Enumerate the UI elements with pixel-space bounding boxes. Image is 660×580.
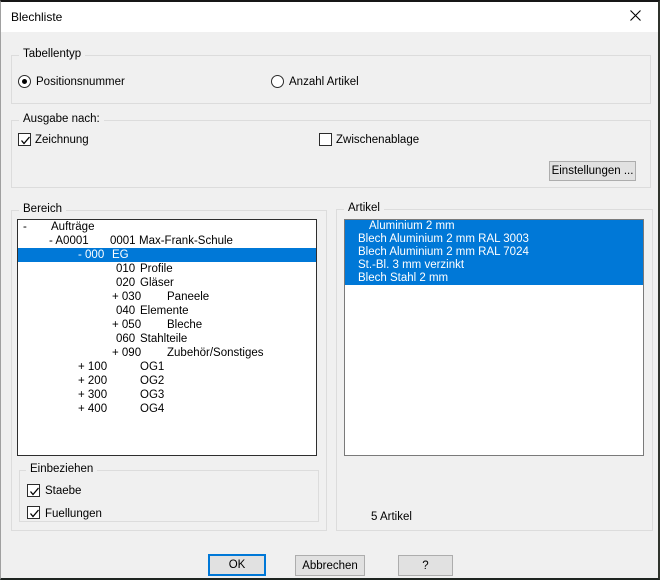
close-button[interactable] [618, 5, 652, 29]
artikel-group-label: Artikel [344, 202, 384, 214]
tree-node-text: Profile [140, 262, 173, 276]
tree-row[interactable]: + 030 Paneele [18, 290, 316, 304]
zeichnung-checkbox-label[interactable]: Zeichnung [35, 134, 89, 147]
staebe-checkbox-label[interactable]: Staebe [45, 485, 81, 498]
bereich-tree[interactable]: -Aufträge- A00010001Max-Frank-Schule- 00… [17, 219, 317, 456]
help-button[interactable]: ? [398, 555, 453, 576]
tree-node-text: + 400 [78, 402, 107, 416]
radio-dot [22, 79, 27, 84]
tree-row[interactable]: + 090 Zubehör/Sonstiges [18, 346, 316, 360]
tree-row[interactable]: 060 Stahlteile [18, 332, 316, 346]
tree-node-text: Max-Frank-Schule [139, 234, 233, 248]
tree-row[interactable]: - A0001 0001Max-Frank-Schule [18, 234, 316, 248]
anzahl-artikel-radio-label[interactable]: Anzahl Artikel [289, 76, 359, 89]
tree-row[interactable]: 010 Profile [18, 262, 316, 276]
tree-node-text: OG3 [140, 388, 164, 402]
anzahl-artikel-radio[interactable] [271, 75, 284, 88]
tree-node-text: + 100 [78, 360, 107, 374]
tree-row[interactable]: + 200 OG2 [18, 374, 316, 388]
tree-node-text: + 200 [78, 374, 107, 388]
ausgabe-group-label: Ausgabe nach: [19, 113, 104, 125]
zwischenablage-checkbox-label[interactable]: Zwischenablage [336, 134, 419, 147]
fuellungen-checkbox[interactable] [27, 506, 40, 519]
tabellentyp-group-label: Tabellentyp [19, 48, 85, 60]
artikel-item[interactable]: Blech Stahl 2 mm [345, 272, 643, 285]
artikel-item[interactable]: Blech Aluminium 2 mm RAL 7024 [345, 246, 643, 259]
tree-row-selected[interactable]: - 000 EG [18, 248, 316, 262]
tree-row[interactable]: + 300 OG3 [18, 388, 316, 402]
einbeziehen-group-label: Einbeziehen [26, 463, 97, 475]
tree-node-text: Gläser [140, 276, 174, 290]
tree-node-text: 010 [116, 262, 135, 276]
tree-node-text: Aufträge [51, 220, 94, 234]
fuellungen-checkbox-label[interactable]: Fuellungen [45, 508, 102, 521]
ok-button[interactable]: OK [208, 554, 266, 576]
tree-row[interactable]: + 050 Bleche [18, 318, 316, 332]
tree-row[interactable]: + 400 OG4 [18, 402, 316, 416]
blechliste-dialog: Blechliste Tabellentyp Positionsnummer A… [0, 0, 660, 580]
tree-node-text: + 050 [112, 318, 141, 332]
tree-node-text: Elemente [140, 304, 189, 318]
checkmark-icon [28, 485, 41, 498]
tree-node-text: - A0001 [49, 234, 89, 248]
tree-node-text: - 000 [78, 248, 104, 262]
dialog-title: Blechliste [11, 10, 62, 24]
positionsnummer-radio[interactable] [18, 75, 31, 88]
tree-node-text: Zubehör/Sonstiges [167, 346, 264, 360]
tree-node-text: OG1 [140, 360, 164, 374]
tree-node-text: EG [112, 248, 129, 262]
artikel-item[interactable]: Blech Aluminium 2 mm RAL 3003 [345, 233, 643, 246]
tree-node-text: Paneele [167, 290, 209, 304]
tree-node-text: OG4 [140, 402, 164, 416]
checkmark-icon [28, 507, 41, 520]
bereich-group-label: Bereich [19, 203, 66, 215]
artikel-item[interactable]: Aluminium 2 mm [345, 220, 643, 233]
artikel-count: 5 Artikel [371, 511, 412, 523]
tree-node-text: Bleche [167, 318, 202, 332]
tree-node-text: + 030 [112, 290, 141, 304]
tree-row[interactable]: + 100 OG1 [18, 360, 316, 374]
positionsnummer-radio-label[interactable]: Positionsnummer [36, 76, 125, 89]
tree-row[interactable]: 020 Gläser [18, 276, 316, 290]
staebe-checkbox[interactable] [27, 484, 40, 497]
tree-node-text: + 090 [112, 346, 141, 360]
checkmark-icon [19, 134, 32, 147]
tree-node-text: OG2 [140, 374, 164, 388]
zeichnung-checkbox[interactable] [18, 133, 31, 146]
artikel-item[interactable]: St.-Bl. 3 mm verzinkt [345, 259, 643, 272]
cancel-button[interactable]: Abbrechen [295, 555, 365, 576]
tree-node-text: 040 [116, 304, 135, 318]
tree-node-text: 020 [116, 276, 135, 290]
tree-row[interactable]: 040 Elemente [18, 304, 316, 318]
tree-row[interactable]: - Aufträge [18, 220, 316, 234]
tree-node-text: - [23, 220, 27, 234]
artikel-list[interactable]: Aluminium 2 mmBlech Aluminium 2 mm RAL 3… [344, 219, 644, 456]
tree-node-text: Stahlteile [140, 332, 187, 346]
titlebar: Blechliste [1, 2, 658, 32]
tree-node-text: 0001 [110, 234, 136, 248]
zwischenablage-checkbox[interactable] [319, 133, 332, 146]
close-icon [630, 10, 641, 24]
tree-node-text: 060 [116, 332, 135, 346]
tree-node-text: + 300 [78, 388, 107, 402]
einstellungen-button[interactable]: Einstellungen ... [549, 161, 636, 181]
